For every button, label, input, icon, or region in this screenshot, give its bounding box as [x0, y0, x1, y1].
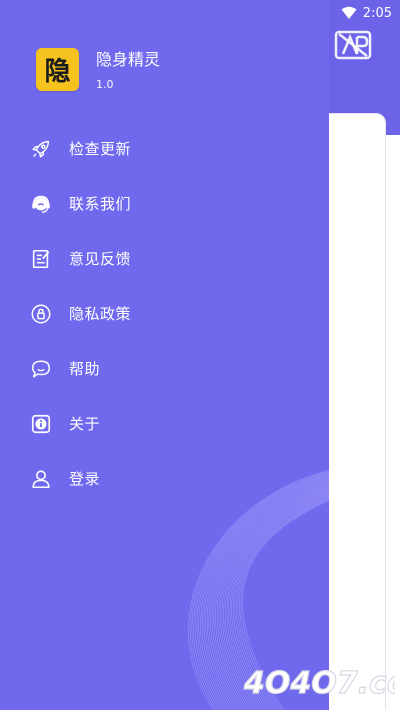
- menu-item-label: 隐私政策: [69, 305, 132, 323]
- menu-item-label: 意见反馈: [69, 250, 132, 268]
- menu-item-privacy-policy[interactable]: 隐私政策: [0, 286, 329, 341]
- app-name: 隐身精灵: [96, 50, 161, 69]
- menu-item-label: 帮助: [69, 360, 101, 378]
- edit-note-icon: [30, 248, 52, 270]
- app-version: 1.0: [96, 78, 114, 91]
- info-icon: [30, 413, 52, 435]
- menu-item-about[interactable]: 关于: [0, 396, 329, 451]
- menu-item-contact-us[interactable]: 联系我们: [0, 176, 329, 231]
- menu-item-label: 登录: [69, 470, 101, 488]
- app-logo-char: 隐: [44, 57, 71, 87]
- drawer-menu: 检查更新 联系我们 意见反馈 隐私政策 帮助 关于 登录: [0, 121, 329, 506]
- app-logo: 隐: [36, 48, 79, 91]
- drawer-app-header: 隐 隐身精灵 1.0: [36, 48, 160, 91]
- watermark-logo: 4O4O7.com: [242, 665, 395, 701]
- app-screen: 2:05 隐 隐身精灵 1.0 检查更新 联系我们 意见反馈 隐私政策 帮助 关…: [0, 0, 400, 710]
- watermark-text: 4O4O7.com: [243, 666, 395, 701]
- menu-item-label: 关于: [69, 415, 101, 433]
- menu-item-feedback[interactable]: 意见反馈: [0, 231, 329, 286]
- wifi-icon: [341, 6, 357, 19]
- menu-item-label: 联系我们: [69, 195, 132, 213]
- app-info: 隐身精灵 1.0: [96, 50, 160, 91]
- menu-item-label: 检查更新: [69, 140, 132, 158]
- privacy-lock-icon: [30, 303, 52, 325]
- menu-item-help[interactable]: 帮助: [0, 341, 329, 396]
- menu-item-check-update[interactable]: 检查更新: [0, 121, 329, 176]
- chat-bubble-icon: [30, 358, 52, 380]
- headset-icon: [30, 193, 52, 215]
- status-bar: 2:05: [341, 3, 392, 23]
- user-icon: [30, 468, 52, 490]
- menu-item-login[interactable]: 登录: [0, 451, 329, 506]
- background-app-logo-icon: [334, 30, 372, 60]
- status-time: 2:05: [362, 5, 392, 21]
- rocket-icon: [30, 138, 52, 160]
- navigation-drawer: 隐 隐身精灵 1.0 检查更新 联系我们 意见反馈 隐私政策 帮助 关于 登录: [0, 0, 329, 710]
